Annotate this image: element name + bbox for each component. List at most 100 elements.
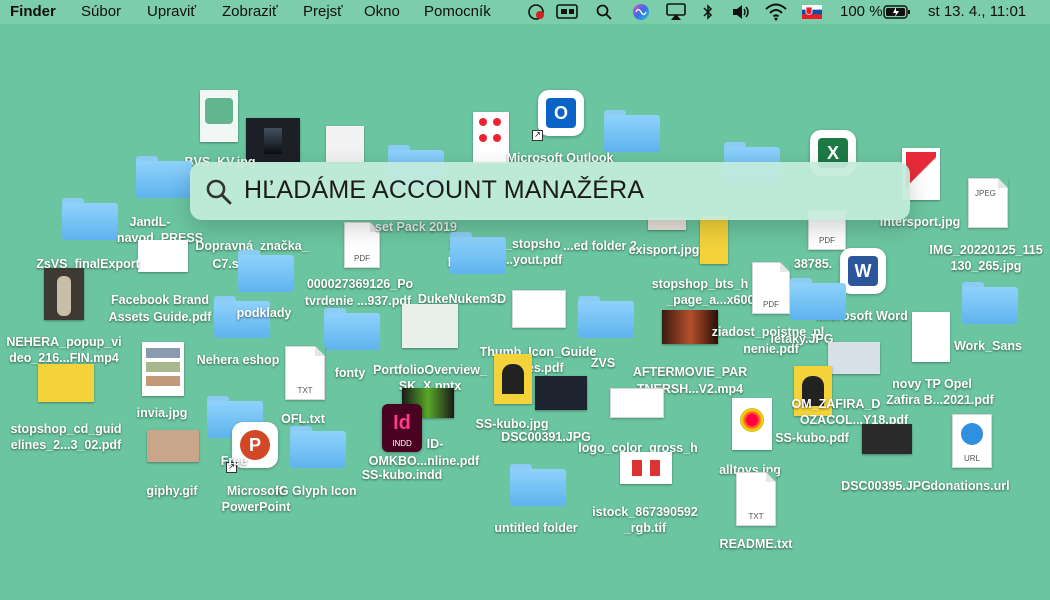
flag-sk-icon[interactable] xyxy=(801,3,823,21)
label-portfolio-a[interactable]: PortfolioOverview_ xyxy=(373,362,487,378)
folder-icon[interactable] xyxy=(290,426,346,468)
folder-icon[interactable] xyxy=(238,250,294,292)
label-work-sans[interactable]: Work_Sans xyxy=(954,338,1022,354)
record-icon[interactable] xyxy=(526,3,548,21)
doc-thumbnail[interactable] xyxy=(326,126,364,162)
label-glyph[interactable]: IG Glyph Icon xyxy=(275,483,356,499)
folder-icon[interactable] xyxy=(510,464,566,506)
folder-icon[interactable] xyxy=(604,110,660,152)
label-giphy[interactable]: giphy.gif xyxy=(146,483,197,499)
outlook-icon[interactable]: O xyxy=(538,90,584,136)
doc-thumbnail[interactable] xyxy=(402,304,458,348)
search-icon[interactable] xyxy=(594,3,614,21)
jpeg-file-icon[interactable]: JPEG xyxy=(968,178,1008,228)
giphy-thumbnail[interactable] xyxy=(147,430,199,462)
signs-thumbnail[interactable] xyxy=(473,112,509,164)
label-set-pack[interactable]: set Pack 2019 xyxy=(375,219,457,235)
label-podklady[interactable]: podklady xyxy=(237,305,292,321)
label-jandl[interactable]: JandL- xyxy=(130,214,171,230)
label-fonty[interactable]: fonty xyxy=(335,365,366,381)
menu-help[interactable]: Pomocník xyxy=(424,3,491,20)
label-sskubo-indd[interactable]: SS-kubo.indd xyxy=(362,467,443,483)
volume-icon[interactable] xyxy=(729,3,753,21)
label-invia[interactable]: invia.jpg xyxy=(137,405,188,421)
folder-icon[interactable] xyxy=(450,232,506,274)
label-opel-a[interactable]: novy TP Opel xyxy=(892,376,972,392)
label-po-b[interactable]: tvrdenie ...937.pdf xyxy=(305,293,411,309)
menu-window[interactable]: Okno xyxy=(364,3,400,20)
label-untitled[interactable]: untitled folder xyxy=(494,520,577,536)
siri-icon[interactable] xyxy=(630,3,652,21)
label-opel-b[interactable]: Zafira B...2021.pdf xyxy=(886,392,994,408)
label-letaky[interactable]: letaky.JPG xyxy=(770,331,833,347)
label-ofl[interactable]: OFL.txt xyxy=(281,411,325,427)
label-dsc395[interactable]: DSC00395.JPG xyxy=(841,478,931,494)
doc-thumbnail[interactable] xyxy=(512,290,566,328)
alltoys-thumbnail[interactable] xyxy=(732,398,772,450)
label-zafira-a[interactable]: OM_ZAFIRA_D xyxy=(792,396,881,412)
airplay-icon[interactable] xyxy=(664,3,688,21)
display-icon[interactable] xyxy=(555,3,579,21)
wifi-icon[interactable] xyxy=(763,3,789,21)
video-thumbnail[interactable] xyxy=(44,268,84,320)
photo-thumbnail[interactable] xyxy=(862,424,912,454)
label-fb-b[interactable]: Assets Guide.pdf xyxy=(109,309,212,325)
menu-view[interactable]: Zobraziť xyxy=(222,3,278,20)
label-38785[interactable]: 38785. xyxy=(794,256,832,272)
label-readme[interactable]: README.txt xyxy=(720,536,793,552)
bvs-kv-thumbnail[interactable] xyxy=(200,90,238,142)
indesign-icon[interactable]: Id INDD xyxy=(382,404,422,452)
istock-thumbnail[interactable] xyxy=(620,452,672,484)
label-nehera-eshop[interactable]: Nehera eshop xyxy=(197,352,280,368)
doc-thumbnail[interactable] xyxy=(610,388,664,418)
folder-icon[interactable] xyxy=(136,156,192,198)
txt-file-icon[interactable]: TXT xyxy=(736,472,776,526)
photo-thumbnail[interactable] xyxy=(535,376,587,410)
folder-icon[interactable] xyxy=(962,282,1018,324)
menu-finder[interactable]: Finder xyxy=(10,3,56,20)
invia-thumbnail[interactable] xyxy=(142,342,184,396)
label-exisport[interactable]: exisport.jpg xyxy=(629,242,700,258)
label-istock-a[interactable]: istock_867390592 xyxy=(592,504,698,520)
folder-icon[interactable] xyxy=(62,198,118,240)
label-donations[interactable]: donations.url xyxy=(930,478,1009,494)
battery-icon[interactable] xyxy=(882,3,912,21)
url-file-icon[interactable]: URL xyxy=(952,414,992,468)
label-img-b[interactable]: 130_265.jpg xyxy=(951,258,1022,274)
spotlight-query[interactable]: HĽADÁME ACCOUNT MANAŽÉRA xyxy=(244,176,644,205)
clock[interactable]: st 13. 4., 11:01 xyxy=(928,3,1026,20)
guide-thumbnail[interactable] xyxy=(38,364,94,402)
menu-go[interactable]: Prejsť xyxy=(303,3,343,20)
label-sskubo-pdf[interactable]: SS-kubo.pdf xyxy=(775,430,849,446)
spotlight-search[interactable]: HĽADÁME ACCOUNT MANAŽÉRA xyxy=(190,162,910,220)
label-fb-a[interactable]: Facebook Brand xyxy=(111,292,209,308)
label-bts-b[interactable]: _page_a...x600. xyxy=(666,292,758,308)
menu-edit[interactable]: Upraviť xyxy=(147,3,196,20)
label-free[interactable]: Free xyxy=(221,453,247,469)
folder-icon[interactable] xyxy=(578,296,634,338)
label-guide-a[interactable]: stopshop_cd_guid xyxy=(10,421,121,437)
label-omkbo-a[interactable]: ID- xyxy=(427,436,444,452)
folder-icon[interactable] xyxy=(324,308,380,350)
doc-thumbnail[interactable] xyxy=(138,240,188,272)
poster-thumbnail[interactable] xyxy=(700,216,728,264)
label-guide-b[interactable]: elines_2...3_02.pdf xyxy=(11,437,121,453)
car-thumbnail[interactable] xyxy=(828,342,880,374)
label-untitled-2[interactable]: ...ed folder 2 xyxy=(563,238,637,254)
bluetooth-icon[interactable] xyxy=(700,3,716,21)
pdf-file-icon[interactable]: PDF xyxy=(752,262,790,314)
doc-thumbnail[interactable] xyxy=(912,312,950,362)
video-thumbnail[interactable] xyxy=(662,310,718,344)
menu-file[interactable]: Súbor xyxy=(81,3,121,20)
label-img-a[interactable]: IMG_20220125_115 xyxy=(929,242,1042,258)
word-icon[interactable]: W xyxy=(840,248,886,294)
label-po-a[interactable]: 000027369126_Po xyxy=(307,276,413,292)
label-bts-a[interactable]: stopshop_bts_h xyxy=(652,276,749,292)
folder-icon[interactable] xyxy=(790,278,846,320)
txt-file-icon[interactable]: TXT xyxy=(285,346,325,400)
label-after-a[interactable]: AFTERMOVIE_PAR xyxy=(633,364,747,380)
label-ppt-b[interactable]: PowerPoint xyxy=(222,499,291,515)
label-istock-b[interactable]: _rgb.tif xyxy=(624,520,666,536)
poster-thumbnail[interactable] xyxy=(494,354,532,404)
label-zvs[interactable]: ZVS xyxy=(591,355,615,371)
